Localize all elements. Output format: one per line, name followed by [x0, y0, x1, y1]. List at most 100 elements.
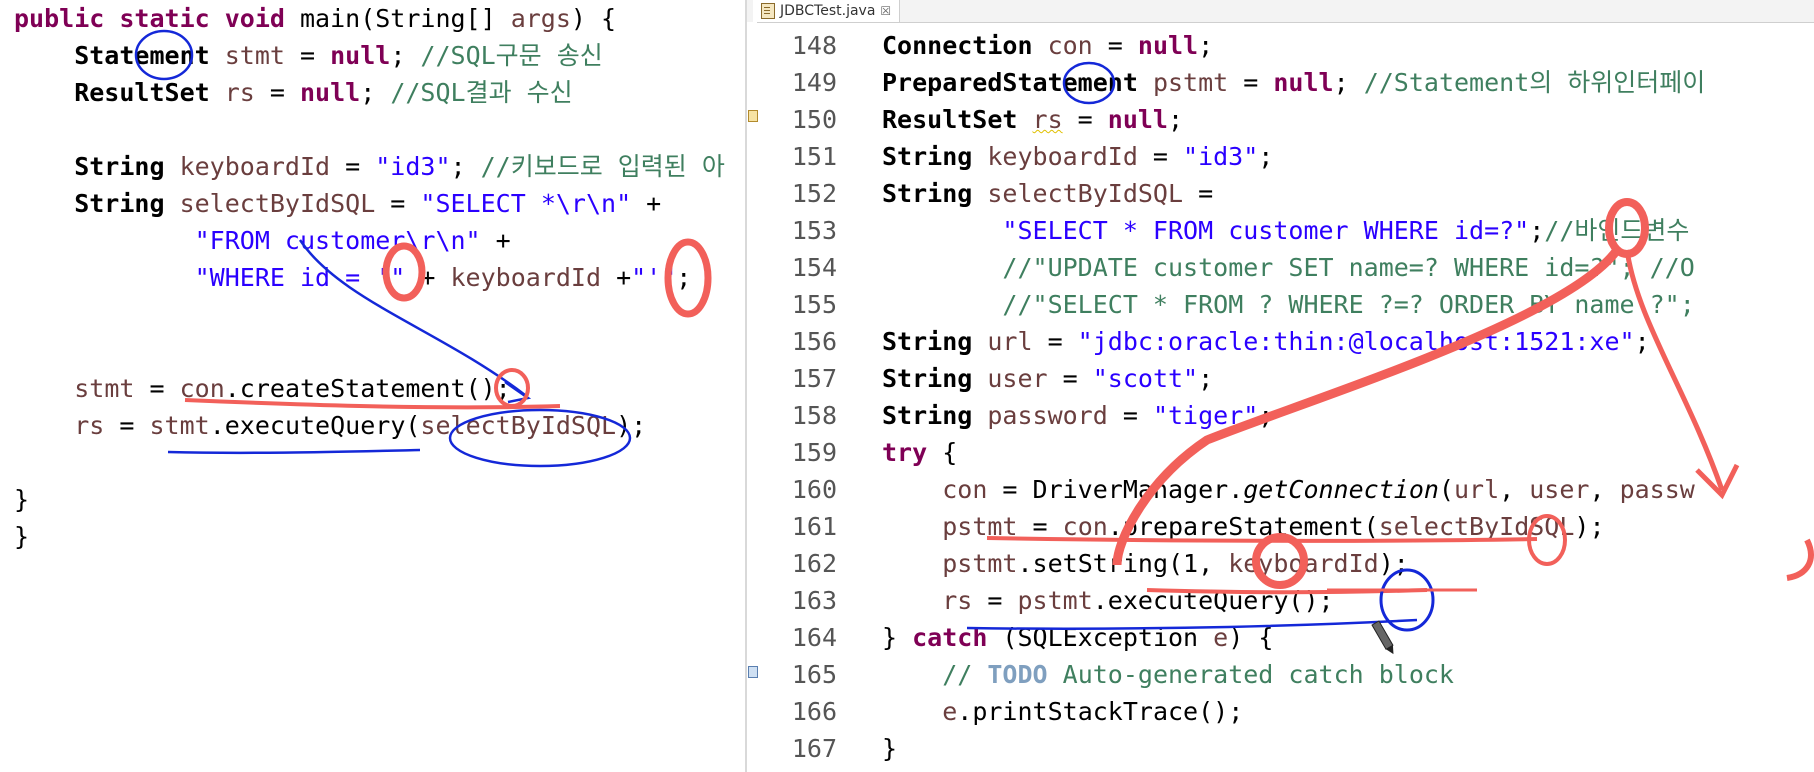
code-line[interactable]: String keyboardId = "id3"; //키보드로 입력된 아	[14, 148, 725, 185]
code-line[interactable]: } catch (SQLException e) {	[882, 619, 1705, 656]
code-token: "WHERE id = '"	[194, 263, 406, 292]
code-token: ;	[1333, 68, 1364, 97]
code-line[interactable]	[14, 444, 725, 481]
code-line[interactable]: ResultSet rs = null;	[882, 101, 1705, 138]
code-token: (SQLException	[987, 623, 1214, 652]
code-token: null	[1273, 68, 1334, 97]
code-line[interactable]: try {	[882, 434, 1705, 471]
code-line[interactable]: String keyboardId = "id3";	[882, 138, 1705, 175]
code-token: "tiger"	[1152, 401, 1259, 430]
editor-tab-bar: JDBCTest.java ☒	[747, 0, 1814, 23]
code-line[interactable]	[14, 333, 725, 370]
code-line[interactable]	[14, 296, 725, 333]
code-line[interactable]: public static void main(String[] args) {	[14, 0, 725, 37]
line-number: 152	[791, 179, 837, 208]
line-number: 165	[791, 660, 837, 689]
code-token: }	[14, 485, 30, 514]
code-token: pstmt	[942, 549, 1018, 578]
code-token: );	[1574, 512, 1605, 541]
code-token: = DriverManager.	[987, 475, 1244, 504]
code-token: //"UPDATE customer SET name=? WHERE id=?…	[1002, 253, 1695, 282]
code-token: args	[510, 4, 571, 33]
red-paren-mark	[1786, 538, 1814, 581]
java-file-icon	[761, 3, 775, 19]
code-token: =	[1228, 68, 1274, 97]
code-token: =	[1183, 179, 1214, 208]
left-code-area[interactable]: public static void main(String[] args) {…	[14, 0, 725, 555]
code-token: selectByIdSQL	[987, 179, 1184, 208]
code-line[interactable]: String password = "tiger";	[882, 397, 1705, 434]
code-line[interactable]: String selectByIdSQL = "SELECT *\r\n" +	[14, 185, 725, 222]
code-line[interactable]: //"SELECT * FROM ? WHERE ?=? ORDER BY na…	[882, 286, 1705, 323]
code-token: "FROM customer\r\n"	[194, 226, 481, 255]
line-number: 150	[791, 105, 837, 134]
code-token: ResultSet	[14, 78, 225, 107]
code-line[interactable]	[14, 111, 725, 148]
right-code-area[interactable]: Connection con = null; PreparedStatement …	[882, 27, 1705, 767]
code-line[interactable]: "FROM customer\r\n" +	[14, 222, 725, 259]
code-token: url	[1453, 475, 1500, 504]
code-token: "scott"	[1092, 364, 1199, 393]
tab-jdbctest-java[interactable]: JDBCTest.java ☒	[753, 0, 901, 22]
code-token: ;	[1634, 327, 1650, 356]
code-line[interactable]: "WHERE id = '" + keyboardId +"'";	[14, 259, 725, 296]
code-token: {	[927, 438, 958, 467]
code-token: pstmt	[1017, 586, 1093, 615]
code-line[interactable]: }	[14, 518, 725, 555]
code-line[interactable]: Statement stmt = null; //SQL구문 송신	[14, 37, 725, 74]
code-token: .executeQuery(	[209, 411, 421, 440]
code-token: +	[601, 263, 632, 292]
code-token: ) {	[1228, 623, 1274, 652]
code-line[interactable]: }	[882, 730, 1705, 767]
code-token: +	[480, 226, 511, 255]
code-line[interactable]: rs = stmt.executeQuery(selectByIdSQL);	[14, 407, 725, 444]
code-line[interactable]: pstmt.setString(1, keyboardId);	[882, 545, 1705, 582]
code-line[interactable]: String user = "scott";	[882, 360, 1705, 397]
code-token: con	[1047, 31, 1093, 60]
code-line[interactable]: "SELECT * FROM customer WHERE id=?";//바인…	[882, 212, 1705, 249]
code-token: con	[942, 475, 988, 504]
code-line[interactable]: stmt = con.createStatement();	[14, 370, 725, 407]
code-token: pstmt	[1152, 68, 1229, 97]
code-token: user	[1529, 475, 1590, 504]
line-number: 151	[791, 142, 837, 171]
code-line[interactable]: e.printStackTrace();	[882, 693, 1705, 730]
left-editor-pane[interactable]: public static void main(String[] args) {…	[0, 0, 745, 772]
right-editor-pane[interactable]: JDBCTest.java ☒ 148 149 150 151 152 153 154 155…	[745, 0, 1814, 772]
code-token: =	[1137, 142, 1184, 171]
code-line[interactable]: ResultSet rs = null; //SQL결과 수신	[14, 74, 725, 111]
line-number: 159	[791, 438, 837, 467]
code-token: pstmt	[942, 512, 1018, 541]
code-line[interactable]: String url = "jdbc:oracle:thin:@localhos…	[882, 323, 1705, 360]
line-number: 156	[791, 327, 837, 356]
close-icon[interactable]: ☒	[880, 4, 891, 18]
code-token: getConnection	[1243, 475, 1439, 504]
code-line[interactable]: //"UPDATE customer SET name=? WHERE id=?…	[882, 249, 1705, 286]
code-token: stmt	[149, 411, 210, 440]
code-token: url	[987, 327, 1033, 356]
line-number: 148	[791, 31, 837, 60]
code-line[interactable]: PreparedStatement pstmt = null; //Statem…	[882, 64, 1705, 101]
code-token: con	[1062, 512, 1108, 541]
code-token: e	[942, 697, 958, 726]
code-line[interactable]: Connection con = null;	[882, 27, 1705, 64]
code-token: //SQL결과 수신	[390, 78, 573, 107]
code-token: //SQL구문 송신	[420, 41, 603, 70]
code-line[interactable]: // TODO Auto-generated catch block	[882, 656, 1705, 693]
code-line[interactable]: con = DriverManager.getConnection(url, u…	[882, 471, 1705, 508]
code-line[interactable]: pstmt = con.prepareStatement(selectByIdS…	[882, 508, 1705, 545]
code-line[interactable]: String selectByIdSQL =	[882, 175, 1705, 212]
code-token: Connection	[882, 31, 1048, 60]
code-token: String	[14, 152, 180, 181]
code-line[interactable]: rs = pstmt.executeQuery();	[882, 582, 1705, 619]
code-token: }	[882, 623, 913, 652]
code-line[interactable]: }	[14, 481, 725, 518]
code-token: stmt	[74, 374, 135, 403]
code-token: =	[375, 189, 421, 218]
